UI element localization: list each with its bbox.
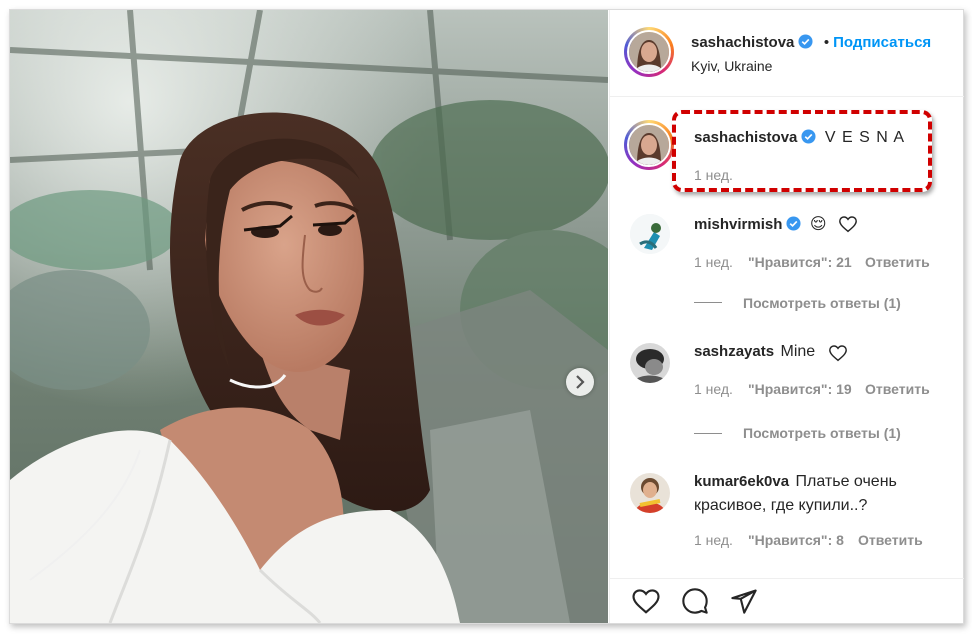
- comment-1-line: mishvirmish 😌: [694, 214, 827, 236]
- heart-icon[interactable]: [828, 344, 848, 367]
- view-replies-button[interactable]: Посмотреть ответы (1): [743, 295, 901, 311]
- comment-time[interactable]: 1 нед.: [694, 254, 733, 270]
- comment-3-line-1: kumar6ek0va Платье очень: [694, 473, 897, 491]
- caption-text: V E S N A: [824, 129, 905, 146]
- comment-username[interactable]: kumar6ek0va: [694, 473, 789, 490]
- reply-button[interactable]: Ответить: [858, 532, 923, 548]
- next-photo-button[interactable]: [566, 368, 594, 396]
- chevron-right-icon: [574, 375, 586, 389]
- post-photo-image: [10, 10, 608, 623]
- replies-divider: [694, 302, 722, 303]
- caption-time[interactable]: 1 нед.: [694, 167, 733, 183]
- replies-divider: [694, 433, 722, 434]
- caption-line: sashachistova V E S N A: [694, 129, 905, 149]
- comment-text: Mine: [780, 343, 816, 360]
- post-location[interactable]: Kyiv, Ukraine: [691, 58, 772, 74]
- verified-badge-icon: [801, 129, 816, 149]
- view-replies-button[interactable]: Посмотреть ответы (1): [743, 425, 901, 441]
- reply-button[interactable]: Ответить: [865, 381, 930, 397]
- author-username[interactable]: sashachistova: [691, 34, 794, 51]
- comment-username[interactable]: sashzayats: [694, 343, 774, 360]
- instagram-post-window: sashachistova • Подписаться Kyiv, Ukraine…: [9, 9, 964, 624]
- post-photo[interactable]: [10, 10, 608, 623]
- paper-plane-icon[interactable]: [729, 587, 759, 620]
- reply-button[interactable]: Ответить: [865, 254, 930, 270]
- comment-text: Платье очень: [795, 473, 897, 490]
- comment-avatar[interactable]: [630, 473, 670, 513]
- post-header: sashachistova • Подписаться Kyiv, Ukraine: [610, 10, 964, 97]
- comment-time[interactable]: 1 нед.: [694, 532, 733, 548]
- caption-username[interactable]: sashachistova: [694, 129, 797, 146]
- comment-emoji: 😌: [809, 216, 827, 233]
- heart-icon[interactable]: [838, 215, 858, 238]
- separator-dot: •: [823, 34, 830, 51]
- follow-button[interactable]: Подписаться: [833, 34, 931, 51]
- heart-icon[interactable]: [631, 587, 661, 620]
- header-author-line: sashachistova • Подписаться: [691, 34, 931, 54]
- comment-2-line: sashzayats Mine: [694, 343, 815, 361]
- comment-likes[interactable]: "Нравится": 21: [748, 254, 852, 270]
- comment-username[interactable]: mishvirmish: [694, 216, 782, 233]
- caption-avatar[interactable]: [627, 123, 671, 167]
- author-avatar[interactable]: [627, 30, 671, 74]
- comment-likes[interactable]: "Нравится": 19: [748, 381, 852, 397]
- comment-text-line-2: красивое, где купили..?: [694, 497, 868, 514]
- comment-bubble-icon[interactable]: [680, 587, 710, 620]
- post-side-panel: sashachistova • Подписаться Kyiv, Ukraine…: [609, 10, 964, 623]
- comment-avatar[interactable]: [630, 343, 670, 383]
- post-action-bar: [610, 578, 964, 624]
- comment-time[interactable]: 1 нед.: [694, 381, 733, 397]
- verified-badge-icon: [786, 216, 801, 236]
- comment-likes[interactable]: "Нравится": 8: [748, 532, 844, 548]
- verified-badge-icon: [798, 34, 813, 54]
- comment-avatar[interactable]: [630, 214, 670, 254]
